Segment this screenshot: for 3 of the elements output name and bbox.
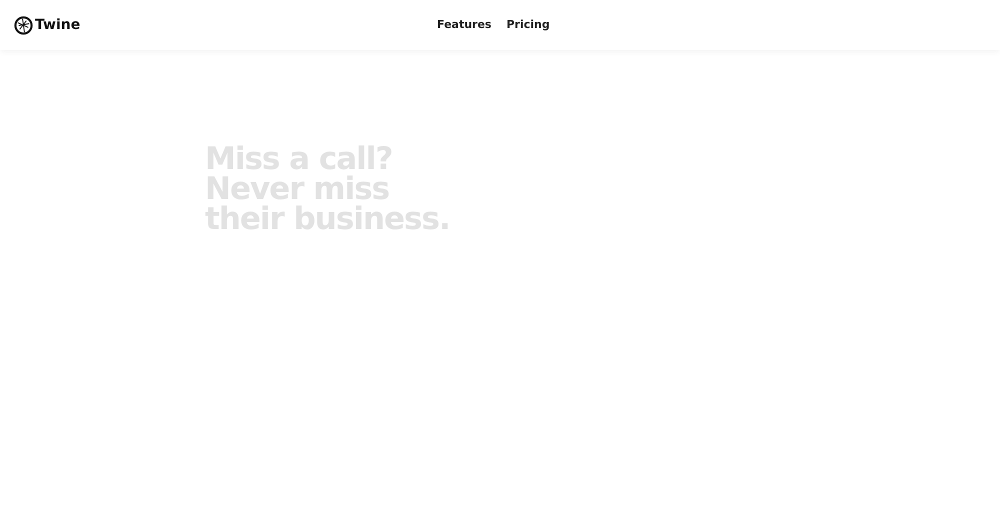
nav-link[interactable]: Pricing bbox=[506, 16, 550, 34]
nav-link[interactable]: Features bbox=[437, 16, 492, 34]
brand-logo[interactable]: Twine bbox=[14, 14, 437, 36]
